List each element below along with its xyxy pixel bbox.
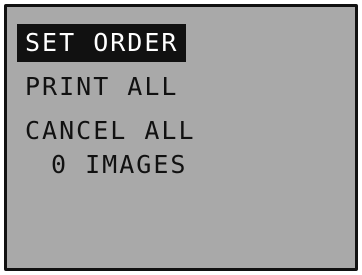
image-count-value: 0 bbox=[51, 150, 69, 179]
image-count-unit: IMAGES bbox=[85, 150, 188, 179]
menu-item-print-all[interactable]: PRINT ALL bbox=[17, 68, 186, 106]
image-count-status: 0 IMAGES bbox=[51, 146, 187, 184]
menu-item-cancel-all[interactable]: CANCEL ALL bbox=[17, 112, 204, 150]
menu-item-set-order[interactable]: SET ORDER bbox=[17, 24, 187, 62]
lcd-screen: SET ORDER PRINT ALL CANCEL ALL 0 IMAGES bbox=[4, 4, 358, 271]
